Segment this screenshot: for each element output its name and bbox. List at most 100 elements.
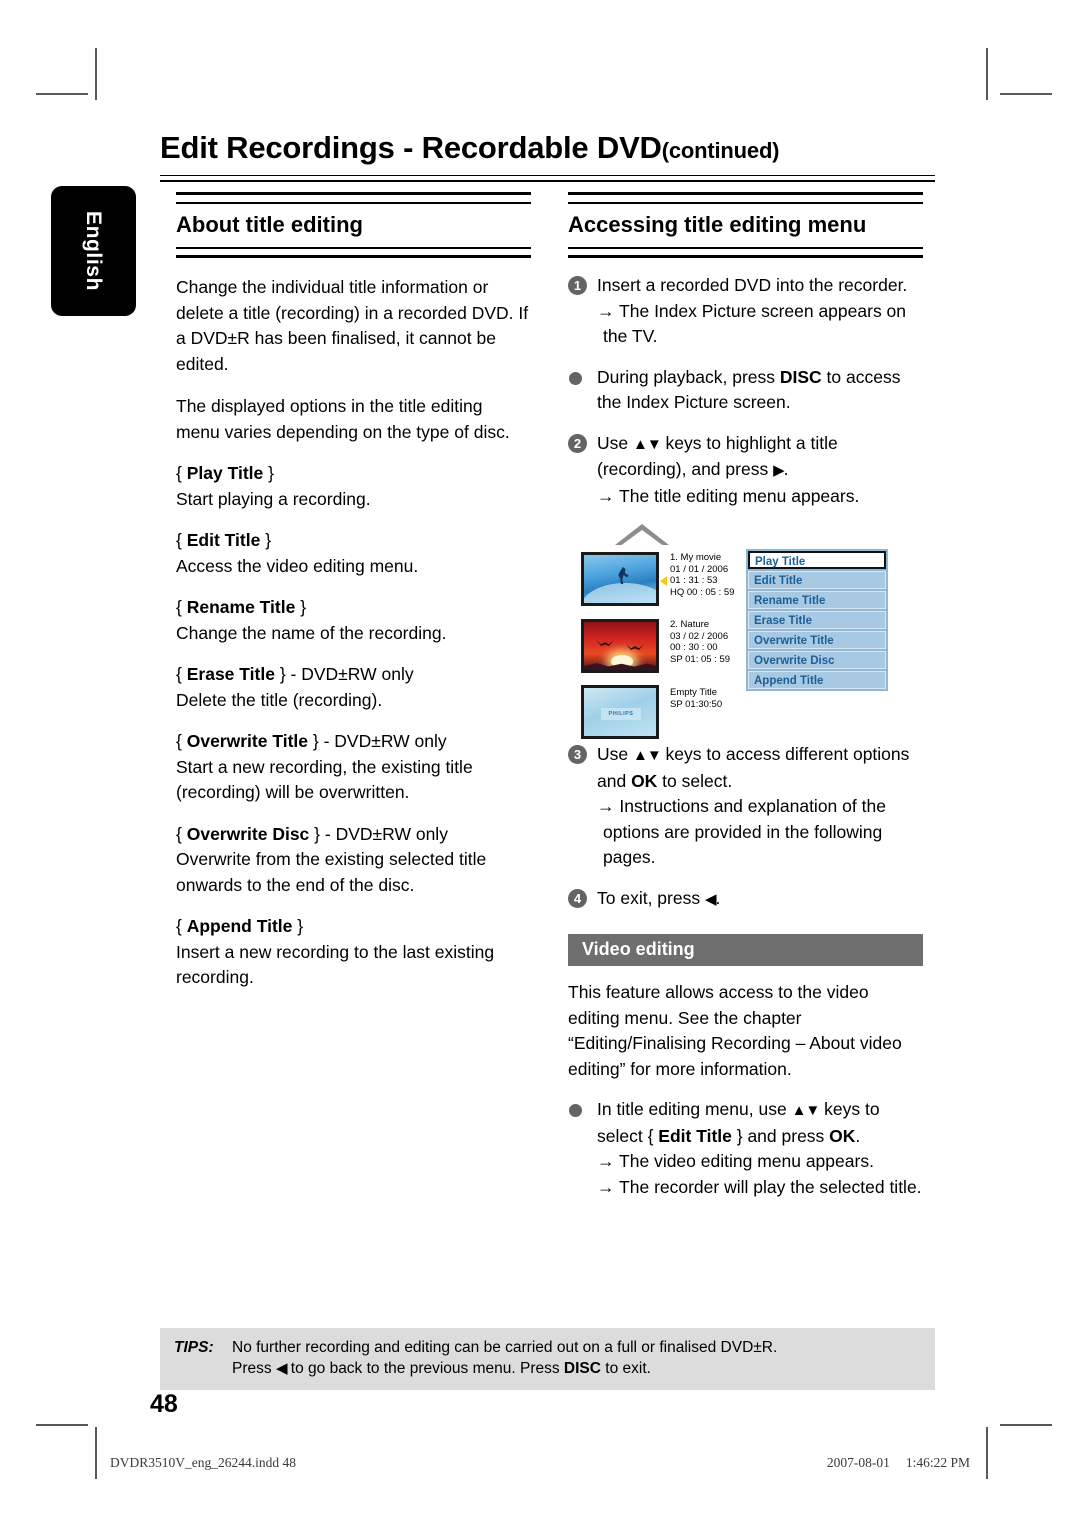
- print-footer: DVDR3510V_eng_26244.indd 48 2007-08-01 1:…: [110, 1455, 970, 1471]
- step-3-text-pre: Use: [597, 744, 633, 764]
- option-name: Edit Title: [186, 530, 261, 550]
- up-down-arrows-icon: ▲▼: [791, 1102, 821, 1119]
- page-number: 48: [150, 1390, 178, 1418]
- step-2: 2 Use ▲▼ keys to highlight a title (reco…: [568, 431, 923, 510]
- brace-open: {: [176, 597, 182, 617]
- print-footer-timestamp: 2007-08-01 1:46:22 PM: [811, 1455, 970, 1471]
- left-section-heading: About title editing: [176, 212, 363, 237]
- brace-open: {: [176, 731, 182, 751]
- option-rename-title-desc: Change the name of the recording.: [176, 622, 447, 643]
- brace-close: }: [265, 530, 272, 550]
- tips-line-2-mid: to go back to the previous menu. Press: [286, 1360, 564, 1377]
- osd-menu-item-overwrite-title[interactable]: Overwrite Title: [748, 631, 886, 649]
- option-append-title-heading: { Append Title }: [176, 914, 531, 940]
- option-name: Rename Title: [186, 597, 296, 617]
- bullet-video-editing: In title editing menu, use ▲▼ keys to se…: [568, 1097, 923, 1200]
- brace-close: }: [300, 597, 307, 617]
- crop-mark-bottom-left-vertical: [95, 1427, 97, 1479]
- video-bullet-mid2: } and press: [731, 1125, 830, 1146]
- tips-body: No further recording and editing can be …: [232, 1337, 902, 1379]
- thumbnail-empty-title: PHILIPS: [581, 685, 659, 739]
- tips-box: TIPS: No further recording and editing ca…: [160, 1328, 935, 1390]
- title-info-3-mode: SP 01:30:50: [670, 698, 723, 710]
- option-overwrite-disc-heading: { Overwrite Disc } - DVD±RW only: [176, 822, 531, 848]
- print-footer-filename: DVDR3510V_eng_26244.indd 48: [110, 1455, 296, 1470]
- osd-menu-item-append-title[interactable]: Append Title: [748, 671, 886, 689]
- step-2-text-pre: Use: [597, 432, 633, 453]
- left-column: About title editing Change the individua…: [176, 192, 531, 991]
- left-heading-rule-bottom: [176, 247, 531, 258]
- tips-line-1: No further recording and editing can be …: [232, 1339, 778, 1356]
- key-ok: OK: [829, 1125, 856, 1146]
- step-4-text-pre: To exit, press: [597, 887, 705, 908]
- right-heading-rule-bottom: [568, 247, 923, 258]
- osd-menu-item-rename-title[interactable]: Rename Title: [748, 591, 886, 609]
- key-disc: DISC: [563, 1360, 601, 1377]
- option-overwrite-disc-desc: Overwrite from the existing selected tit…: [176, 849, 487, 895]
- brace-open: {: [176, 664, 182, 684]
- option-name: Append Title: [186, 916, 293, 936]
- bird-icon: [596, 640, 614, 647]
- step-2-text-post: .: [783, 459, 789, 479]
- bird-icon: [626, 644, 644, 651]
- option-append-title-desc: Insert a new recording to the last exist…: [176, 941, 495, 988]
- video-bullet-post: .: [855, 1125, 861, 1146]
- option-play-title-desc: Start playing a recording.: [176, 488, 371, 509]
- print-footer-date: 2007-08-01: [826, 1455, 890, 1470]
- step-1-result: → The Index Picture screen appears on th…: [597, 300, 907, 347]
- option-overwrite-title-desc: Start a new recording, the existing titl…: [176, 756, 473, 803]
- step-3-text-post: to select.: [657, 770, 733, 791]
- option-name: Erase Title: [186, 664, 275, 684]
- left-intro-paragraph-2: The displayed options in the title editi…: [176, 396, 510, 442]
- option-rename-title-heading: { Rename Title }: [176, 595, 531, 621]
- title-info-1-date: 01 / 01 / 2006: [670, 563, 729, 575]
- crop-mark-top-right-horizontal: [1000, 93, 1052, 95]
- scroll-up-triangle-inner: [619, 530, 665, 547]
- step-2-number: 2: [568, 433, 587, 453]
- crop-mark-bottom-left-horizontal: [36, 1424, 88, 1426]
- title-info-2: 2. Nature 03 / 02 / 2006 00 : 30 : 00 SP…: [670, 619, 730, 666]
- left-arrow-icon: ◀: [704, 890, 717, 908]
- index-picture-illustration: PHILIPS 1. My movie 01 / 01 / 2006 01 : …: [568, 524, 923, 739]
- option-name: Overwrite Disc: [186, 823, 310, 844]
- step-1-text: Insert a recorded DVD into the recorder.: [597, 275, 908, 295]
- osd-menu-item-erase-title[interactable]: Erase Title: [748, 611, 886, 629]
- title-info-2-date: 03 / 02 / 2006: [670, 630, 729, 642]
- title-info-2-time: 00 : 30 : 00: [670, 642, 718, 654]
- brace-close: }: [268, 463, 274, 483]
- step-4-text-post: .: [715, 887, 721, 908]
- step-1-number: 1: [568, 276, 587, 295]
- option-play-title-heading: { Play Title }: [176, 461, 531, 487]
- page-title-main: Edit Recordings - Recordable DVD: [160, 130, 662, 165]
- title-info-2-mode: SP 01: 05 : 59: [670, 654, 731, 666]
- brace-close: }: [297, 916, 304, 936]
- title-info-2-name: 2. Nature: [670, 619, 710, 630]
- title-info-1: 1. My movie 01 / 01 / 2006 01 : 31 : 53 …: [670, 552, 734, 599]
- tips-line-2-post: to exit.: [600, 1360, 651, 1377]
- option-erase-title-heading: { Erase Title } - DVD±RW only: [176, 662, 531, 688]
- option-edit-title-heading: { Edit Title }: [176, 528, 531, 554]
- option-suffix: - DVD±RW only: [320, 823, 448, 844]
- option-name: Play Title: [186, 463, 264, 483]
- video-editing-paragraph: This feature allows access to the video …: [568, 982, 902, 1079]
- language-tab-label: English: [82, 210, 106, 292]
- video-editing-bar: Video editing: [568, 934, 923, 966]
- osd-menu-item-overwrite-disc[interactable]: Overwrite Disc: [748, 651, 886, 669]
- up-down-arrows-icon: ▲▼: [632, 435, 662, 453]
- step-4-number: 4: [568, 888, 587, 908]
- crop-mark-top-left-horizontal: [36, 93, 88, 95]
- philips-logo: PHILIPS: [601, 708, 641, 720]
- osd-menu-item-play-title[interactable]: Play Title: [748, 551, 886, 569]
- step-3: 3 Use ▲▼ keys to access different option…: [568, 742, 923, 871]
- key-ok: OK: [631, 770, 658, 791]
- title-info-1-time: 01 : 31 : 53: [670, 575, 718, 587]
- crop-mark-top-right-vertical: [986, 48, 988, 100]
- thumbnail-nature: [581, 619, 659, 673]
- crop-mark-bottom-right-vertical: [986, 1427, 988, 1479]
- thumbnail-my-movie: [581, 552, 659, 606]
- option-edit-title-desc: Access the video editing menu.: [176, 555, 419, 576]
- video-bullet-pre: In title editing menu, use: [597, 1099, 792, 1119]
- bullet-text-pre: During playback, press: [597, 366, 780, 387]
- osd-menu-item-edit-title[interactable]: Edit Title: [748, 571, 886, 589]
- title-info-3: Empty Title SP 01:30:50: [670, 687, 722, 710]
